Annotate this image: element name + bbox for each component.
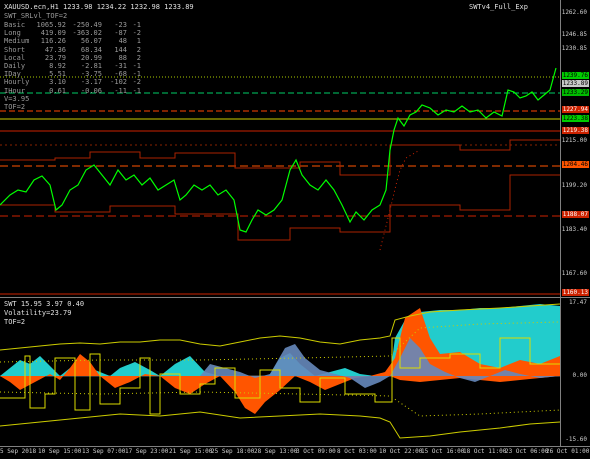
y-tick: 1246.85 [561, 31, 587, 38]
price-label: 1223.38 [561, 115, 589, 122]
indicator-tag: SWTv4_Full_Exp [468, 3, 528, 11]
x-tick: 15 Oct 16:00 [421, 448, 465, 455]
chart-window[interactable]: XAUUSD.ecn,H1 1233.98 1234.22 1232.98 12… [0, 0, 590, 459]
tof-value: TOF=2 [4, 103, 26, 112]
x-tick: 18 Oct 11:00 [463, 448, 507, 455]
stats-row: Hourly 3.10 -3.17 -102 -2 [4, 78, 141, 87]
x-tick: 10 Oct 22:00 [379, 448, 423, 455]
price-label: 1233.89 [561, 80, 589, 87]
x-tick: 21 Sep 15:00 [169, 448, 213, 455]
x-tick: 5 Sep 2018 [0, 448, 37, 455]
x-tick: 17 Sep 23:00 [125, 448, 169, 455]
y-tick: 1167.60 [561, 270, 587, 277]
v-value: V=3.95 [4, 94, 30, 103]
x-tick: 8 Oct 03:00 [337, 448, 377, 455]
price-panel[interactable]: XAUUSD.ecn,H1 1233.98 1234.22 1232.98 12… [0, 0, 560, 298]
indicator-name: SWT_SRLvl_TOF=2 [4, 12, 68, 20]
y-tick: 1183.40 [561, 226, 587, 233]
y-tick: 1215.00 [561, 137, 587, 144]
stats-row: Short 47.36 68.34 144 2 [4, 45, 141, 54]
oscillator-panel[interactable]: SWT 15.95 3.97 0.40 Volatility=23.79 TOF… [0, 298, 560, 446]
sub-y-tick: 17.47 [568, 299, 587, 306]
x-tick: 3 Oct 09:00 [296, 448, 336, 455]
time-axis[interactable]: 5 Sep 2018 10 Sep 15:00 13 Sep 07:00 17 … [0, 446, 590, 459]
sub-y-tick: -15.60 [565, 436, 587, 443]
x-tick: 26 Oct 01:00 [546, 448, 590, 455]
symbol-info: XAUUSD.ecn,H1 1233.98 1234.22 1232.98 12… [4, 3, 194, 11]
tof-label: TOF=2 [4, 318, 26, 326]
oscillator-title: SWT 15.95 3.97 0.40 [4, 300, 85, 308]
x-tick: 10 Sep 15:00 [38, 448, 82, 455]
y-tick: 1199.20 [561, 182, 587, 189]
stats-row: Medium 116.26 56.07 48 1 [4, 37, 141, 46]
price-axis[interactable]: 1262.60 1246.85 1230.85 1215.00 1199.20 … [560, 0, 590, 446]
y-tick: 1262.60 [561, 9, 587, 16]
axis-border [560, 0, 561, 446]
x-tick: 25 Sep 18:00 [211, 448, 255, 455]
price-label: 1239.76 [561, 72, 589, 79]
price-label: 1188.07 [561, 211, 589, 218]
stats-table: Basic 1065.92 -250.49 -23 -1 Long 419.09 -363.… [4, 21, 141, 111]
xaxis-border [0, 446, 590, 447]
dotted-lower [0, 391, 560, 417]
support-trail [379, 149, 421, 251]
price-label: 1233.29 [561, 89, 589, 96]
stats-row: Local 23.79 20.99 88 2 [4, 53, 141, 62]
x-tick: 23 Oct 06:00 [505, 448, 549, 455]
y-tick: 1230.85 [561, 45, 587, 52]
price-label: 1219.38 [561, 127, 589, 134]
lower-envelope [0, 411, 560, 439]
volatility-label: Volatility=23.79 [4, 309, 72, 317]
sub-y-tick: 0.00 [572, 372, 587, 379]
price-label: 1227.94 [561, 106, 589, 113]
x-tick: 13 Sep 07:00 [82, 448, 126, 455]
stats-row: Long 419.09 -363.02 -87 -2 [4, 29, 141, 38]
stats-row: Daily 8.92 -2.81 -31 -1 [4, 62, 141, 71]
oscillator-svg[interactable] [0, 298, 560, 446]
price-label: 1204.46 [561, 161, 589, 168]
price-label: 1160.13 [561, 289, 589, 296]
stats-row: IHour 0.61 -0.06 -11 -1 [4, 86, 141, 95]
lower-channel [0, 174, 560, 241]
stats-row: Basic 1065.92 -250.49 -23 -1 [4, 21, 141, 29]
x-tick: 28 Sep 13:00 [254, 448, 298, 455]
stats-row: IDay 5.51 -3.75 -68 -1 [4, 70, 141, 79]
